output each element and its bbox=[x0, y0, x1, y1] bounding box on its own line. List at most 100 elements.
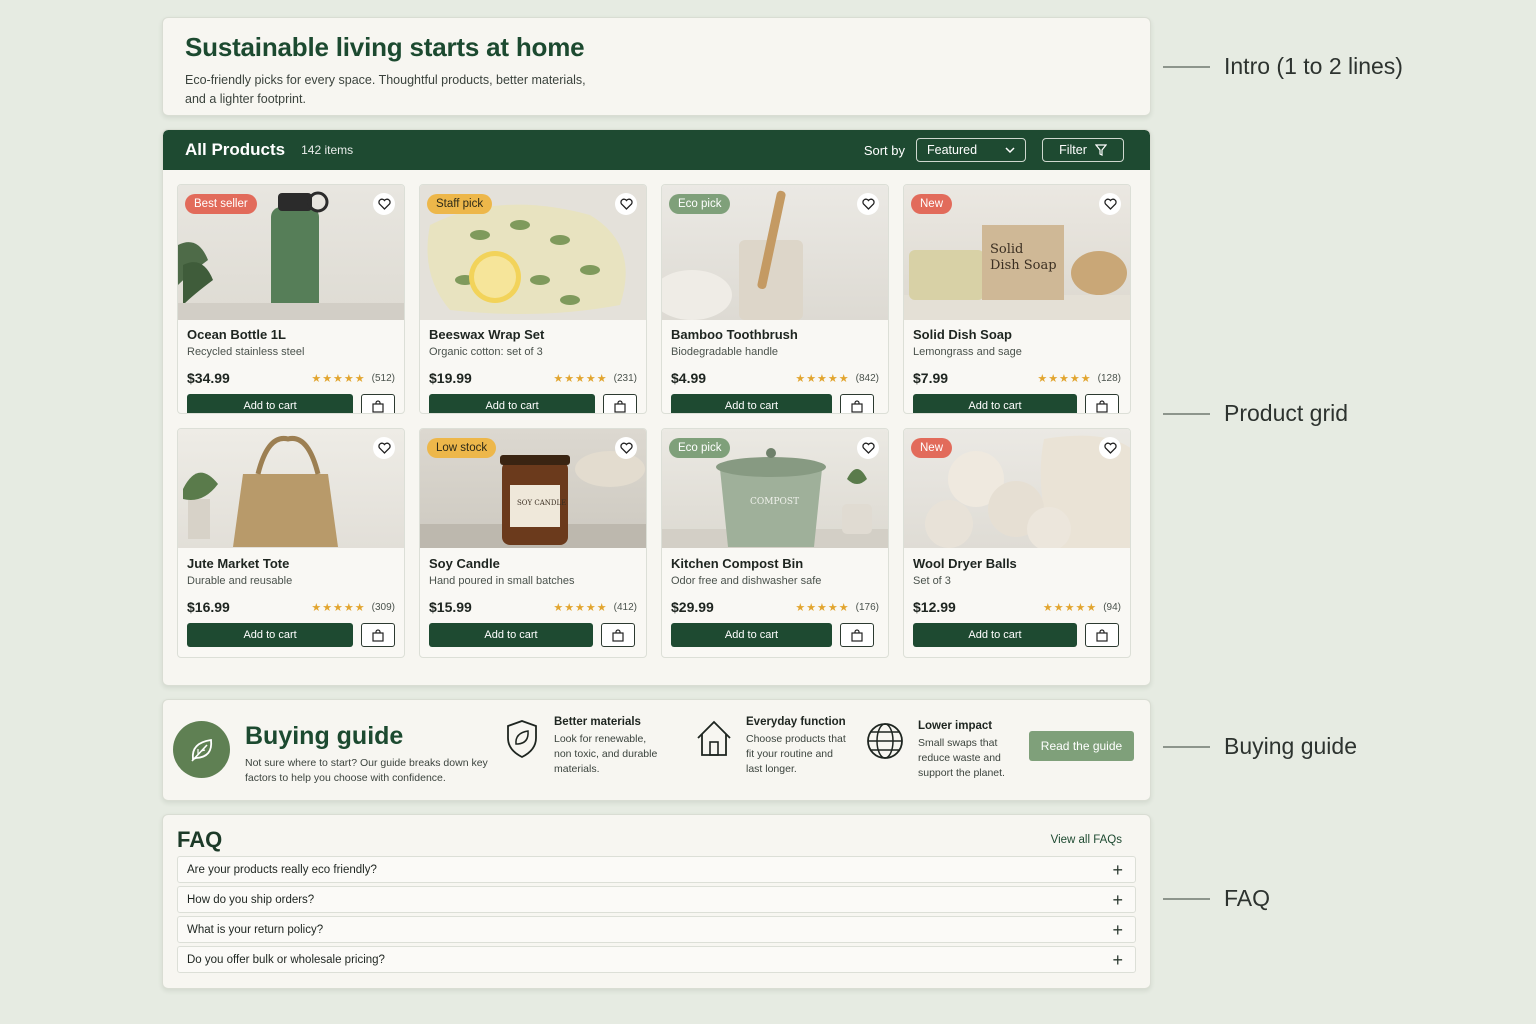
faq-question: Are your products really eco friendly? bbox=[187, 863, 377, 876]
annotation-label: FAQ bbox=[1224, 885, 1271, 911]
product-subtitle: Hand poured in small batches bbox=[429, 575, 575, 587]
heart-icon[interactable] bbox=[1099, 437, 1121, 459]
product-price: $4.99 bbox=[671, 370, 707, 386]
add-to-cart-button[interactable]: Add to cart bbox=[671, 623, 832, 647]
product-price: $19.99 bbox=[429, 370, 472, 386]
bag-button[interactable] bbox=[361, 623, 395, 647]
product-subtitle: Odor free and dishwasher safe bbox=[671, 575, 822, 587]
product-price: $12.99 bbox=[913, 599, 956, 615]
heart-icon[interactable] bbox=[615, 437, 637, 459]
add-to-cart-button[interactable]: Add to cart bbox=[913, 394, 1077, 413]
product-name[interactable]: Jute Market Tote bbox=[187, 556, 395, 571]
bag-button[interactable] bbox=[1085, 394, 1119, 413]
product-image-toothbrush[interactable]: Eco pick bbox=[662, 185, 888, 320]
bag-button[interactable] bbox=[840, 623, 874, 647]
product-name[interactable]: Soy Candle bbox=[429, 556, 637, 571]
bag-icon bbox=[372, 399, 384, 413]
bag-icon bbox=[1096, 628, 1108, 642]
faq-item[interactable]: Are your products really eco friendly? + bbox=[177, 856, 1136, 883]
product-price: $29.99 bbox=[671, 599, 714, 615]
product-subtitle: Lemongrass and sage bbox=[913, 346, 1022, 358]
add-to-cart-button[interactable]: Add to cart bbox=[187, 394, 354, 413]
review-count: (412) bbox=[613, 601, 637, 613]
bag-icon bbox=[614, 399, 626, 413]
item-count: 142 items bbox=[301, 143, 354, 157]
read-guide-button[interactable]: Read the guide bbox=[1029, 731, 1134, 761]
faq-item[interactable]: What is your return policy? + bbox=[177, 916, 1136, 943]
product-image-wrap[interactable]: Staff pick bbox=[420, 185, 646, 320]
faq-title: FAQ bbox=[177, 827, 223, 852]
faq-item[interactable]: Do you offer bulk or wholesale pricing? … bbox=[177, 946, 1136, 973]
heart-icon[interactable] bbox=[373, 193, 395, 215]
add-to-cart-button[interactable]: Add to cart bbox=[429, 623, 593, 647]
add-to-cart-button[interactable]: Add to cart bbox=[429, 394, 596, 413]
add-to-cart-button[interactable]: Add to cart bbox=[187, 623, 354, 647]
bag-button[interactable] bbox=[840, 394, 874, 413]
feature-desc: Small swaps that reduce waste and suppor… bbox=[918, 737, 1005, 779]
buying-guide-section: Buying guide Not sure where to start? Ou… bbox=[162, 699, 1151, 801]
add-to-cart-button[interactable]: Add to cart bbox=[913, 623, 1077, 647]
review-count: (842) bbox=[855, 372, 879, 384]
star-rating: ★★★★★ bbox=[1042, 601, 1098, 614]
faq-question: How do you ship orders? bbox=[187, 893, 315, 906]
bag-icon bbox=[372, 628, 384, 642]
heart-icon[interactable] bbox=[1099, 193, 1121, 215]
product-card[interactable]: Solid Dish Soap New Solid Dish Soap Lemo… bbox=[903, 184, 1131, 414]
product-image-compost[interactable]: COMPOST Eco pick bbox=[662, 429, 888, 548]
shield-leaf-icon bbox=[507, 720, 537, 759]
faq-item[interactable]: How do you ship orders? + bbox=[177, 886, 1136, 913]
product-card[interactable]: Eco pick Bamboo Toothbrush Biodegradable… bbox=[661, 184, 889, 414]
product-card[interactable]: COMPOST Eco pick Kitchen Compost Bin Odo… bbox=[661, 428, 889, 658]
product-name[interactable]: Solid Dish Soap bbox=[913, 327, 1121, 342]
product-card[interactable]: Staff pick Beeswax Wrap Set Organic cott… bbox=[419, 184, 647, 414]
product-subtitle: Recycled stainless steel bbox=[187, 346, 305, 358]
plus-icon[interactable]: + bbox=[1112, 921, 1123, 939]
star-rating: ★★★★★ bbox=[1037, 372, 1092, 385]
review-count: (231) bbox=[613, 372, 637, 384]
badge-staff-pick: Staff pick bbox=[427, 194, 493, 214]
product-image-soap[interactable]: Solid Dish Soap New bbox=[904, 185, 1130, 320]
feature-title: Lower impact bbox=[918, 720, 993, 732]
sort-select[interactable]: Featured bbox=[916, 138, 1026, 162]
heart-icon[interactable] bbox=[373, 437, 395, 459]
bag-button[interactable] bbox=[603, 394, 637, 413]
product-name[interactable]: Bamboo Toothbrush bbox=[671, 327, 879, 342]
product-image-candle[interactable]: SOY CANDLE Low stock bbox=[420, 429, 646, 548]
bag-button[interactable] bbox=[361, 394, 395, 413]
view-all-faqs-link[interactable]: View all FAQs bbox=[1051, 834, 1122, 846]
product-card[interactable]: Jute Market Tote Durable and reusable $1… bbox=[177, 428, 405, 658]
plus-icon[interactable]: + bbox=[1112, 891, 1123, 909]
product-subtitle: Durable and reusable bbox=[187, 575, 293, 587]
chevron-down-icon bbox=[1005, 146, 1015, 153]
faq-question: What is your return policy? bbox=[187, 923, 324, 936]
review-count: (309) bbox=[371, 601, 395, 613]
intro-description: Eco-friendly picks for every space. Thou… bbox=[185, 73, 586, 106]
add-to-cart-button[interactable]: Add to cart bbox=[671, 394, 832, 413]
product-card[interactable]: Best seller Ocean Bottle 1L Recycled sta… bbox=[177, 184, 405, 414]
heart-icon[interactable] bbox=[857, 437, 879, 459]
product-name[interactable]: Kitchen Compost Bin bbox=[671, 556, 879, 571]
feature-better-materials: Better materials Look for renewable, non… bbox=[504, 716, 659, 777]
product-card[interactable]: New Wool Dryer Balls Set of 3 $12.99 ★★★… bbox=[903, 428, 1131, 658]
product-name[interactable]: Beeswax Wrap Set bbox=[429, 327, 637, 342]
product-image-tote[interactable] bbox=[178, 429, 404, 548]
feature-title: Everyday function bbox=[746, 716, 846, 728]
product-image-dryer-balls[interactable]: New bbox=[904, 429, 1130, 548]
annotation-label: Product grid bbox=[1224, 400, 1349, 426]
bag-button[interactable] bbox=[1085, 623, 1119, 647]
filter-button[interactable]: Filter bbox=[1042, 138, 1124, 162]
product-image-bottle[interactable]: Best seller bbox=[178, 185, 404, 320]
bag-button[interactable] bbox=[601, 623, 635, 647]
compost-label: COMPOST bbox=[750, 497, 799, 507]
product-name[interactable]: Ocean Bottle 1L bbox=[187, 327, 395, 342]
product-card[interactable]: SOY CANDLE Low stock Soy Candle Hand pou… bbox=[419, 428, 647, 658]
product-name[interactable]: Wool Dryer Balls bbox=[913, 556, 1121, 571]
plus-icon[interactable]: + bbox=[1112, 861, 1123, 879]
plus-icon[interactable]: + bbox=[1112, 951, 1123, 969]
heart-icon[interactable] bbox=[857, 193, 879, 215]
faq-section: FAQ View all FAQs Are your products real… bbox=[162, 814, 1151, 989]
heart-icon[interactable] bbox=[615, 193, 637, 215]
grid-toolbar: All Products 142 items Sort by Featured … bbox=[163, 130, 1150, 170]
bag-icon bbox=[851, 628, 863, 642]
annotation-label: Intro (1 to 2 lines) bbox=[1224, 53, 1403, 79]
